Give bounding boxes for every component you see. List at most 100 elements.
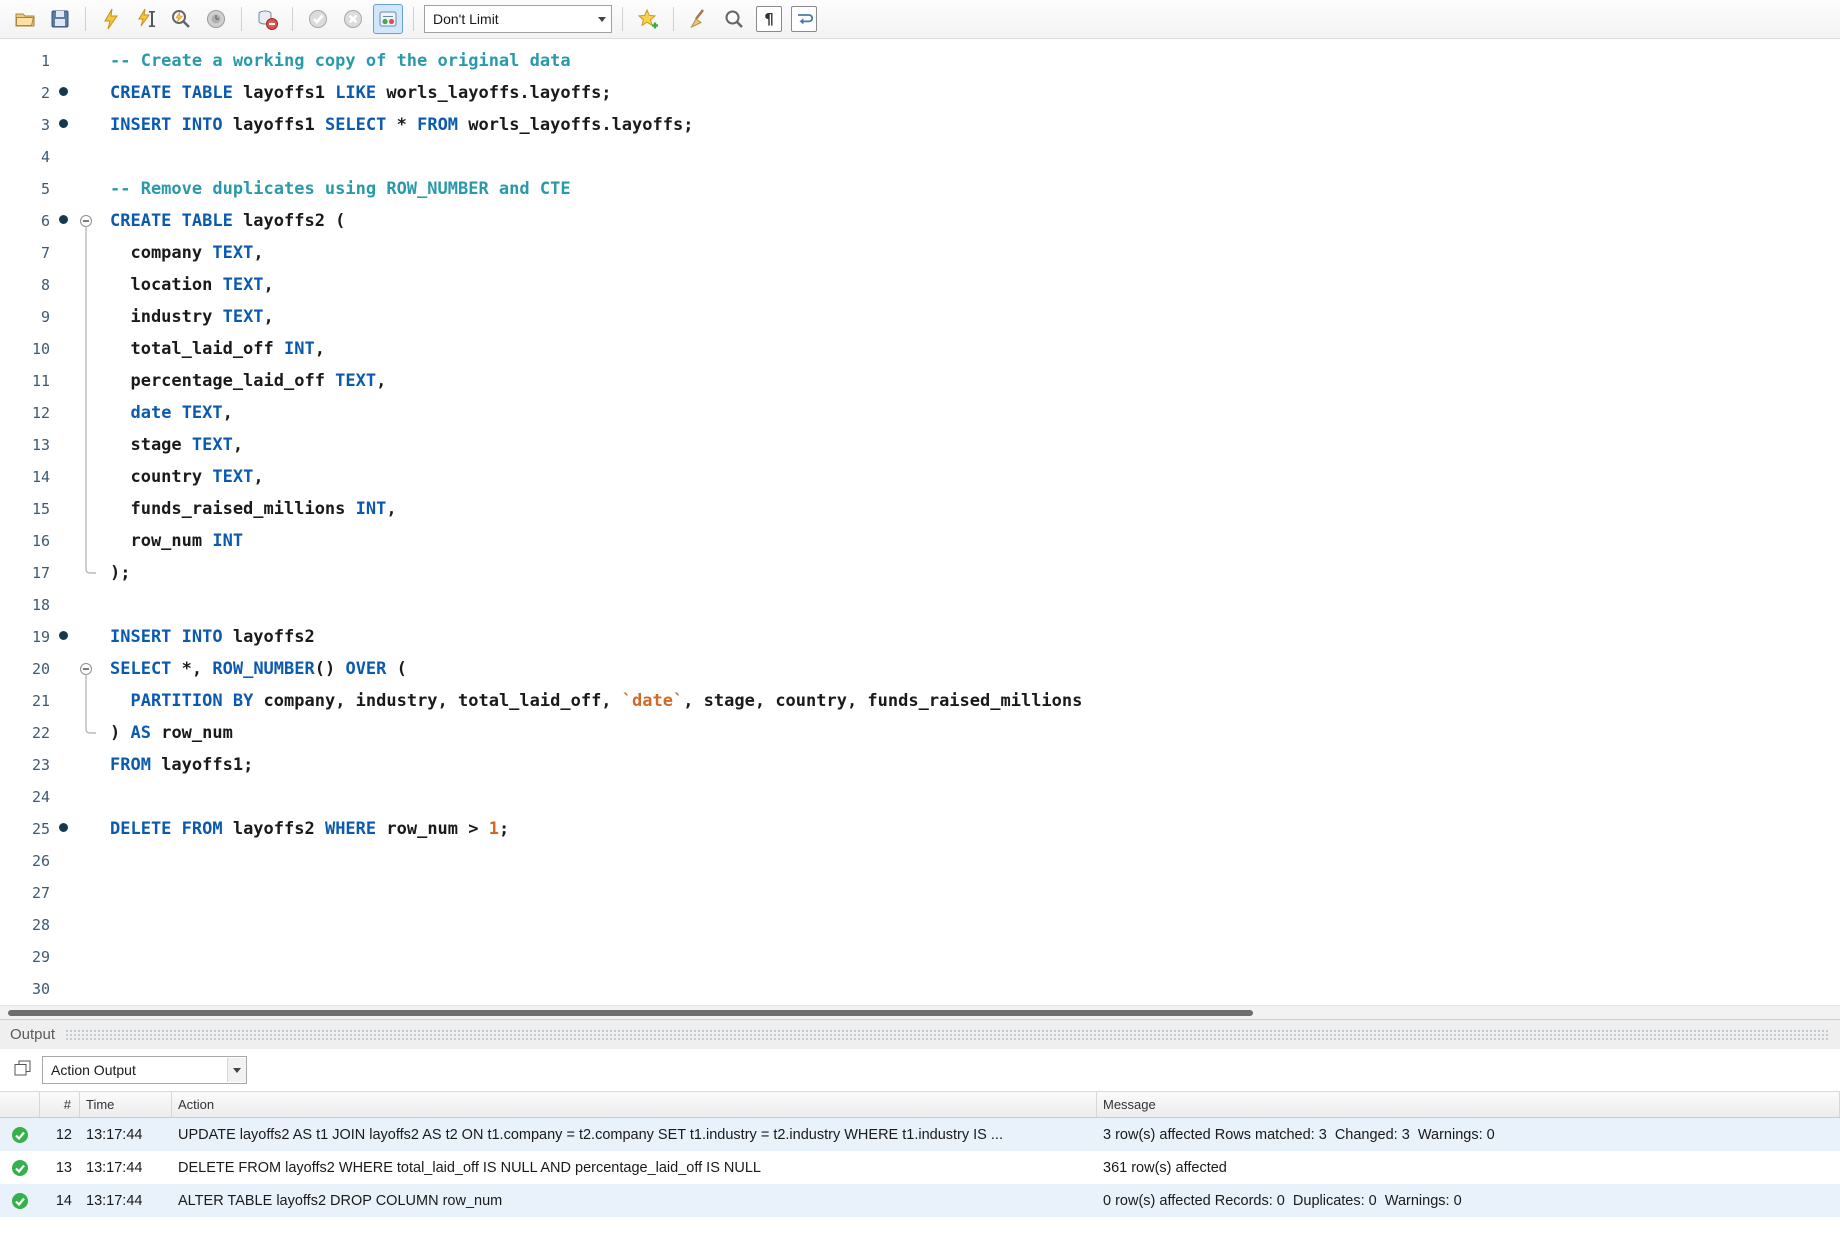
fold-guide: [76, 941, 96, 973]
code-line-3[interactable]: 3 INSERT INTO layoffs1 SELECT * FROM worl…: [0, 109, 1840, 141]
code-line-6[interactable]: 6 CREATE TABLE layoffs2 (: [0, 205, 1840, 237]
header-message: Message: [1097, 1092, 1840, 1117]
sql-editor[interactable]: 1 -- Create a working copy of the origina…: [0, 39, 1840, 1005]
success-status-icon: [12, 1192, 28, 1209]
output-type-button[interactable]: [12, 1058, 32, 1083]
code-line-14[interactable]: 14 country TEXT,: [0, 461, 1840, 493]
open-script-icon: [15, 13, 35, 27]
code-line-29[interactable]: 29: [0, 941, 1840, 973]
code-line-2[interactable]: 2 CREATE TABLE layoffs1 LIKE worls_layoff…: [0, 77, 1840, 109]
statement-marker-slot: [50, 333, 76, 365]
line-number: 2: [40, 84, 50, 102]
execute-current-statement-icon: [138, 8, 155, 27]
code-line-1[interactable]: 1 -- Create a working copy of the origina…: [0, 45, 1840, 77]
line-number: 6: [40, 212, 50, 230]
code-line-20[interactable]: 20 SELECT *, ROW_NUMBER() OVER (: [0, 653, 1840, 685]
statement-marker-slot: [50, 141, 76, 173]
code-line-28[interactable]: 28: [0, 909, 1840, 941]
code-line-23[interactable]: 23 FROM layoffs1;: [0, 749, 1840, 781]
code-line-21[interactable]: 21 PARTITION BY company, industry, total…: [0, 685, 1840, 717]
code-line-11[interactable]: 11 percentage_laid_off TEXT,: [0, 365, 1840, 397]
code-line-26[interactable]: 26: [0, 845, 1840, 877]
output-row-12[interactable]: 12 13:17:44 UPDATE layoffs2 AS t1 JOIN lay…: [0, 1118, 1840, 1151]
code-line-10[interactable]: 10 total_laid_off INT,: [0, 333, 1840, 365]
code-line-9[interactable]: 9 industry TEXT,: [0, 301, 1840, 333]
fold-guide: [76, 333, 96, 365]
code-line-16[interactable]: 16 row_num INT: [0, 525, 1840, 557]
execute-current-statement-button[interactable]: [131, 4, 161, 34]
commit-button[interactable]: [303, 4, 333, 34]
output-panel: Output Action Output # Time Action Messa…: [0, 1019, 1840, 1217]
find-button[interactable]: [719, 4, 749, 34]
line-number: 26: [31, 852, 50, 870]
line-number: 30: [31, 980, 50, 998]
fold-guide: [76, 141, 96, 173]
code-line-8[interactable]: 8 location TEXT,: [0, 269, 1840, 301]
executed-statement-marker-icon: [50, 109, 76, 141]
executed-statement-marker-icon: [50, 621, 76, 653]
fold-guide: [76, 845, 96, 877]
stop-execution-button[interactable]: [201, 4, 231, 34]
fold-toggle-icon[interactable]: [76, 205, 96, 237]
line-number: 25: [31, 820, 50, 838]
code-line-15[interactable]: 15 funds_raised_millions INT,: [0, 493, 1840, 525]
editor-horizontal-scrollbar[interactable]: [0, 1005, 1840, 1019]
save-snippet-button[interactable]: [633, 4, 663, 34]
code-text: -- Create a working copy of the original…: [110, 51, 571, 71]
statement-marker-slot: [50, 941, 76, 973]
line-number: 4: [40, 148, 50, 166]
dropdown-arrow-icon: [593, 7, 611, 31]
line-number: 18: [31, 596, 50, 614]
output-view-dropdown[interactable]: Action Output: [42, 1056, 247, 1084]
execute-button[interactable]: [96, 4, 126, 34]
wrap-text-button[interactable]: [789, 4, 819, 34]
invisibles-button[interactable]: ¶: [754, 4, 784, 34]
fold-guide: [76, 461, 96, 493]
code-line-12[interactable]: 12 date TEXT,: [0, 397, 1840, 429]
editor-toolbar: Don't Limit ¶: [0, 0, 1840, 39]
code-line-5[interactable]: 5 -- Remove duplicates using ROW_NUMBER a…: [0, 173, 1840, 205]
fold-toggle-icon[interactable]: [76, 653, 96, 685]
code-line-17[interactable]: 17);: [0, 557, 1840, 589]
code-line-27[interactable]: 27: [0, 877, 1840, 909]
code-line-30[interactable]: 30: [0, 973, 1840, 1005]
toggle-autocommit-button[interactable]: [373, 4, 403, 34]
code-line-13[interactable]: 13 stage TEXT,: [0, 429, 1840, 461]
limit-rows-dropdown[interactable]: Don't Limit: [424, 5, 612, 33]
explain-plan-button[interactable]: [166, 4, 196, 34]
line-number: 13: [31, 436, 50, 454]
code-line-24[interactable]: 24: [0, 781, 1840, 813]
statement-marker-slot: [50, 397, 76, 429]
code-line-4[interactable]: 4: [0, 141, 1840, 173]
rollback-button[interactable]: [338, 4, 368, 34]
save-script-button[interactable]: [45, 4, 75, 34]
code-text: );: [110, 563, 131, 583]
fold-guide: [76, 365, 96, 397]
stop-on-error-button[interactable]: [252, 4, 282, 34]
toolbar-separator: [85, 7, 86, 31]
output-row-13[interactable]: 13 13:17:44 DELETE FROM layoffs2 WHERE tot…: [0, 1151, 1840, 1184]
statement-marker-slot: [50, 845, 76, 877]
status-cell: [0, 1192, 40, 1210]
output-toolbar: Action Output: [0, 1049, 1840, 1091]
line-number: 16: [31, 532, 50, 550]
output-titlebar: Output: [0, 1019, 1840, 1049]
code-line-22[interactable]: 22) AS row_num: [0, 717, 1840, 749]
limit-rows-value: Don't Limit: [433, 11, 499, 27]
beautify-button[interactable]: [684, 4, 714, 34]
output-row-14[interactable]: 14 13:17:44 ALTER TABLE layoffs2 DROP COLU…: [0, 1184, 1840, 1217]
code-line-19[interactable]: 19 INSERT INTO layoffs2: [0, 621, 1840, 653]
open-script-button[interactable]: [10, 4, 40, 34]
code-text: funds_raised_millions INT,: [110, 499, 397, 519]
code-text: company TEXT,: [110, 243, 264, 263]
stacked-windows-icon: [14, 1060, 31, 1075]
scrollbar-thumb[interactable]: [8, 1010, 1253, 1016]
code-line-7[interactable]: 7 company TEXT,: [0, 237, 1840, 269]
code-line-18[interactable]: 18: [0, 589, 1840, 621]
output-row-index: 13: [55, 1159, 72, 1176]
wrap-text-icon: [798, 14, 813, 25]
statement-marker-slot: [50, 781, 76, 813]
code-line-25[interactable]: 25 DELETE FROM layoffs2 WHERE row_num > 1…: [0, 813, 1840, 845]
line-number: 17: [31, 564, 50, 582]
find-icon: [725, 10, 743, 28]
